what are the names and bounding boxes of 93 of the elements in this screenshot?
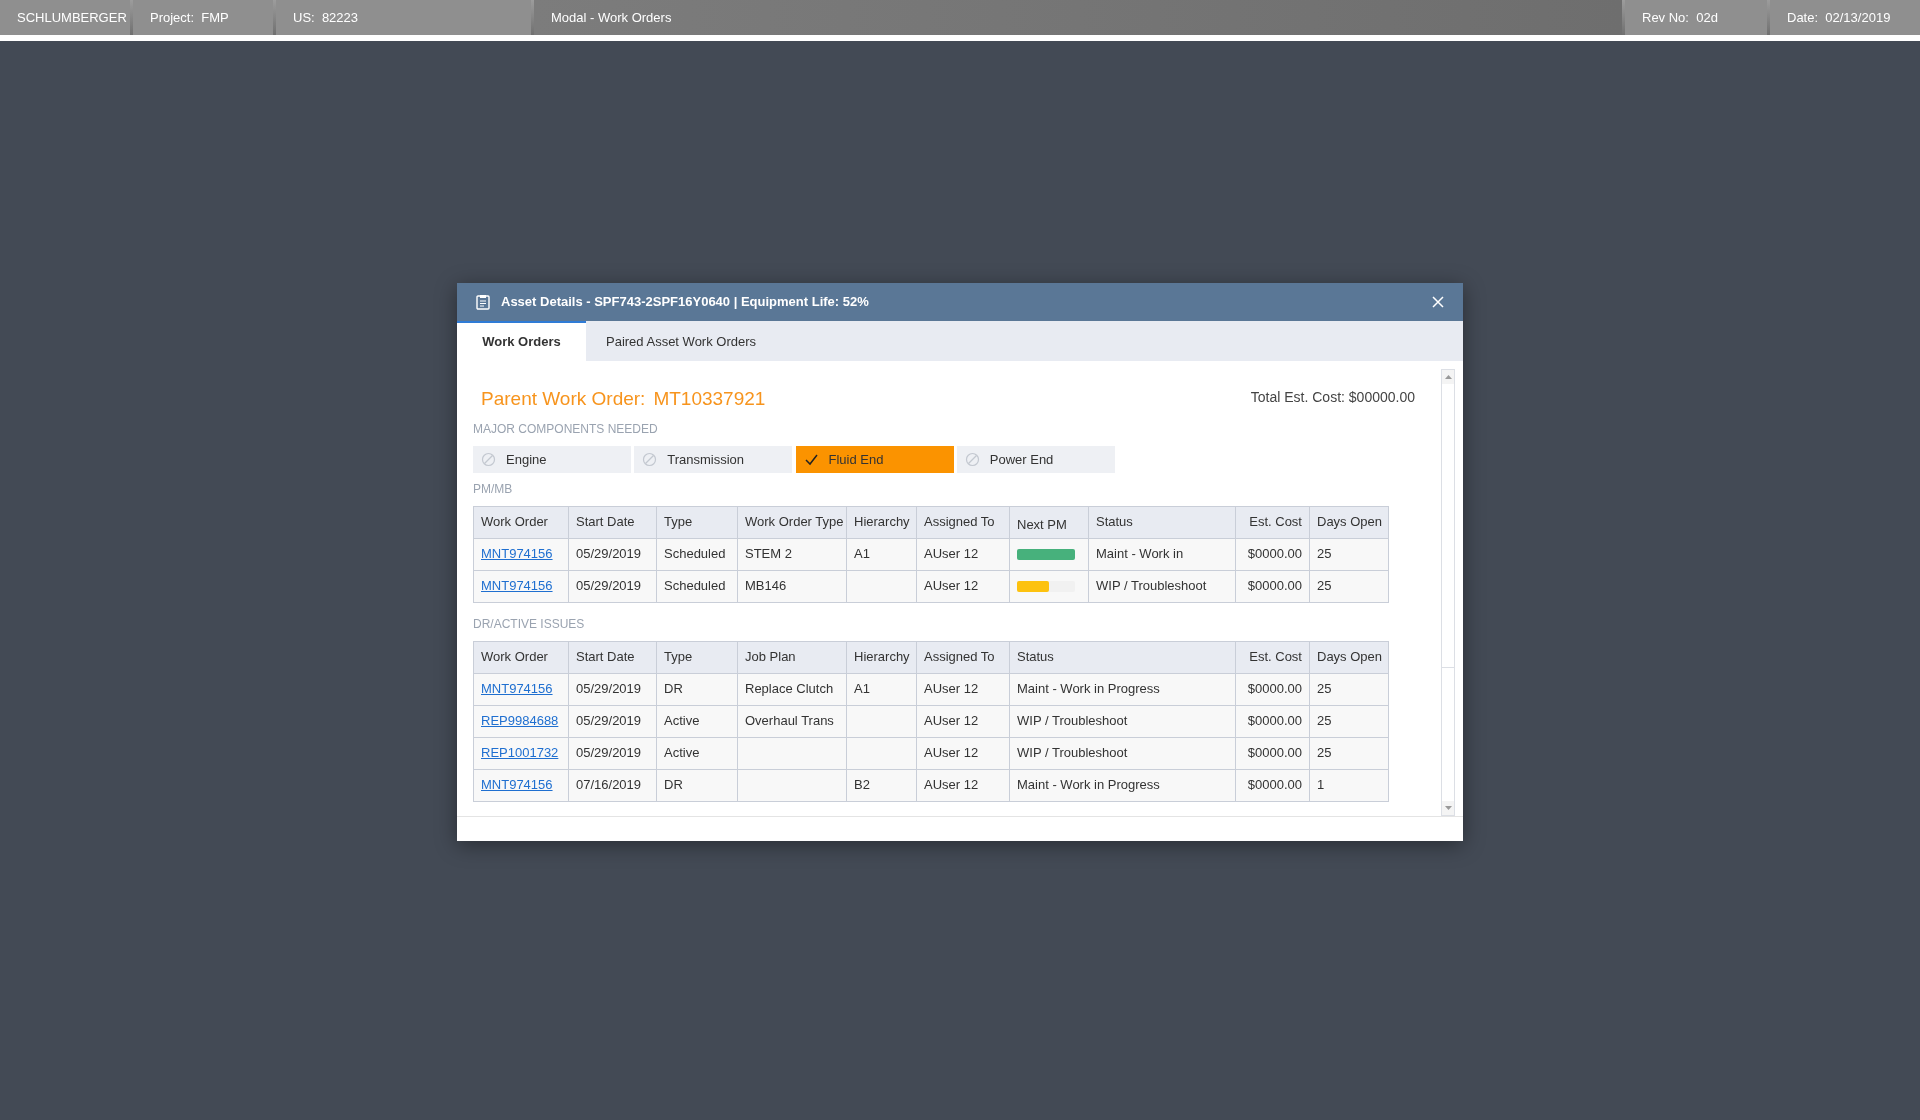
table-cell: 25 xyxy=(1309,673,1389,705)
section-heading: DR/ACTIVE ISSUES xyxy=(473,615,586,633)
table-cell: 05/29/2019 xyxy=(568,538,657,570)
header-field: Date: 02/13/2019 xyxy=(1770,0,1920,35)
column-header: Days Open xyxy=(1309,641,1389,673)
up-arrow-icon xyxy=(1444,375,1452,379)
table-cell: 07/16/2019 xyxy=(568,769,657,801)
column-header: Status xyxy=(1088,506,1236,538)
table-cell: 1 xyxy=(1309,769,1389,801)
table-cell: Overhaul Trans xyxy=(737,705,847,737)
table-cell: Maint - Work in xyxy=(1088,538,1236,570)
table-cell: AUser 12 xyxy=(916,570,1010,602)
table-cell: Maint - Work in Progress xyxy=(1009,769,1236,801)
table-cell: $0000.00 xyxy=(1235,705,1310,737)
close-button[interactable] xyxy=(1431,295,1445,309)
table-cell: DR xyxy=(656,673,738,705)
scroll-down-button[interactable] xyxy=(1442,801,1454,815)
component-toggle[interactable]: Transmission xyxy=(634,446,793,473)
disabled-icon xyxy=(964,452,980,467)
table-cell: $0000.00 xyxy=(1235,538,1310,570)
scroll-up-button[interactable] xyxy=(1442,370,1454,384)
column-header: Hierarchy xyxy=(846,641,917,673)
table-cell: 05/29/2019 xyxy=(568,737,657,769)
total-cost: Total Est. Cost: $00000.00 xyxy=(1250,388,1415,408)
header-field: SCHLUMBERGER xyxy=(0,0,130,35)
column-header: Assigned To xyxy=(916,641,1010,673)
column-header: Next PM xyxy=(1009,506,1089,538)
check-icon xyxy=(803,452,819,467)
column-header: Work Order Type xyxy=(737,506,847,538)
column-header: Start Date xyxy=(568,641,657,673)
down-arrow-icon xyxy=(1444,806,1452,810)
table-cell: WIP / Troubleshoot xyxy=(1009,737,1236,769)
tab[interactable]: Work Orders xyxy=(457,321,586,361)
scrollbar[interactable] xyxy=(1441,369,1455,816)
table-cell: $0000.00 xyxy=(1235,570,1310,602)
table-cell: $0000.00 xyxy=(1235,673,1310,705)
table-cell: 05/29/2019 xyxy=(568,570,657,602)
component-toggle[interactable]: Fluid End xyxy=(795,446,954,473)
table-cell: 25 xyxy=(1309,737,1389,769)
close-icon xyxy=(1431,295,1445,309)
header-field: US: 82223 xyxy=(276,0,531,35)
table-cell: 05/29/2019 xyxy=(568,705,657,737)
disabled-icon xyxy=(481,452,496,467)
table-cell: AUser 12 xyxy=(916,769,1010,801)
table-cell: 05/29/2019 xyxy=(568,673,657,705)
modal-title: Asset Details - SPF743-2SPF16Y0640 | Equipment Life: 52% xyxy=(501,293,869,312)
column-header: Start Date xyxy=(568,506,657,538)
table-cell: $0000.00 xyxy=(1235,769,1310,801)
component-toggle[interactable]: Power End xyxy=(956,446,1115,473)
column-header: Type xyxy=(656,506,738,538)
table-cell: MB146 xyxy=(737,570,847,602)
column-header: Work Order xyxy=(473,506,569,538)
header-field: Project: FMP xyxy=(133,0,273,35)
clipboard-icon xyxy=(475,294,491,310)
table-cell: AUser 12 xyxy=(916,673,1010,705)
table-cell: B2 xyxy=(846,769,917,801)
table-cell: AUser 12 xyxy=(916,705,1010,737)
table-cell: 25 xyxy=(1309,570,1389,602)
column-header: Work Order xyxy=(473,641,569,673)
table-cell: 25 xyxy=(1309,538,1389,570)
table-cell: Active xyxy=(656,705,738,737)
parent-work-order-label: Parent Work Order: xyxy=(481,387,646,411)
column-header: Job Plan xyxy=(737,641,847,673)
table-cell: A1 xyxy=(846,673,917,705)
table-cell: Active xyxy=(656,737,738,769)
component-toggle[interactable]: Engine xyxy=(473,446,631,473)
column-header: Hierarchy xyxy=(846,506,917,538)
section-heading: PM/MB xyxy=(473,480,514,498)
table-cell: DR xyxy=(656,769,738,801)
table-cell: Replace Clutch xyxy=(737,673,847,705)
section-heading: MAJOR COMPONENTS NEEDED xyxy=(473,421,659,438)
tab[interactable]: Paired Asset Work Orders xyxy=(586,321,777,361)
table-cell: $0000.00 xyxy=(1235,737,1310,769)
column-header: Assigned To xyxy=(916,506,1010,538)
parent-work-order-number: MT10337921 xyxy=(653,387,766,411)
column-header: Est. Cost xyxy=(1235,506,1310,538)
table-cell: STEM 2 xyxy=(737,538,847,570)
table-cell: WIP / Troubleshoot xyxy=(1088,570,1236,602)
column-header: Days Open xyxy=(1309,506,1389,538)
disabled-icon xyxy=(642,452,658,467)
header-field: Rev No: 02d xyxy=(1625,0,1767,35)
table-cell: A1 xyxy=(846,538,917,570)
column-header: Est. Cost xyxy=(1235,641,1310,673)
table-cell: AUser 12 xyxy=(916,737,1010,769)
table-cell: Scheduled xyxy=(656,570,738,602)
header-field: Modal - Work Orders xyxy=(534,0,1622,35)
table-cell: Scheduled xyxy=(656,538,738,570)
column-header: Status xyxy=(1009,641,1236,673)
table-cell: WIP / Troubleshoot xyxy=(1009,705,1236,737)
table-cell: AUser 12 xyxy=(916,538,1010,570)
table-cell: 25 xyxy=(1309,705,1389,737)
table-cell: Maint - Work in Progress xyxy=(1009,673,1236,705)
column-header: Type xyxy=(656,641,738,673)
